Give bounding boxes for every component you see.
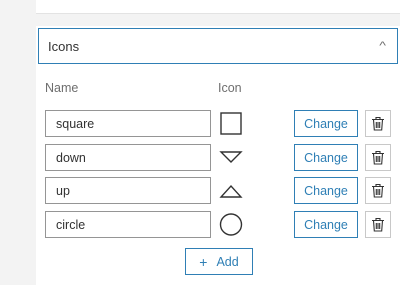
circle-icon (218, 211, 244, 238)
icon-name-input[interactable] (45, 110, 211, 137)
add-button-label: Add (216, 254, 239, 269)
change-icon-button[interactable]: Change (294, 211, 358, 238)
icons-section-header[interactable]: Icons ^ (38, 28, 398, 64)
trash-icon (372, 183, 384, 198)
icon-row: Change (36, 177, 400, 204)
change-icon-button[interactable]: Change (294, 177, 358, 204)
trash-icon (372, 150, 384, 165)
icon-name-input[interactable] (45, 144, 211, 171)
triangle-down-icon (218, 144, 244, 171)
trash-icon (372, 116, 384, 131)
change-icon-button[interactable]: Change (294, 144, 358, 171)
icon-row: Change (36, 144, 400, 171)
icon-row: Change (36, 110, 400, 137)
icon-name-input[interactable] (45, 177, 211, 204)
delete-row-button[interactable] (365, 144, 391, 171)
previous-section (36, 0, 400, 14)
section-title: Icons (48, 38, 80, 54)
chevron-up-icon: ^ (379, 40, 386, 52)
column-header-name: Name (45, 81, 79, 95)
trash-icon (372, 217, 384, 232)
plus-icon: + (199, 253, 208, 270)
square-icon (218, 110, 244, 137)
icon-name-input[interactable] (45, 211, 211, 238)
delete-row-button[interactable] (365, 177, 391, 204)
column-header-icon: Icon (218, 81, 242, 95)
triangle-up-icon (218, 177, 244, 204)
delete-row-button[interactable] (365, 211, 391, 238)
add-icon-button[interactable]: + Add (185, 248, 253, 275)
icons-panel: Icons ^ Name Icon Change Change (36, 26, 400, 285)
change-icon-button[interactable]: Change (294, 110, 358, 137)
icon-row: Change (36, 211, 400, 238)
delete-row-button[interactable] (365, 110, 391, 137)
